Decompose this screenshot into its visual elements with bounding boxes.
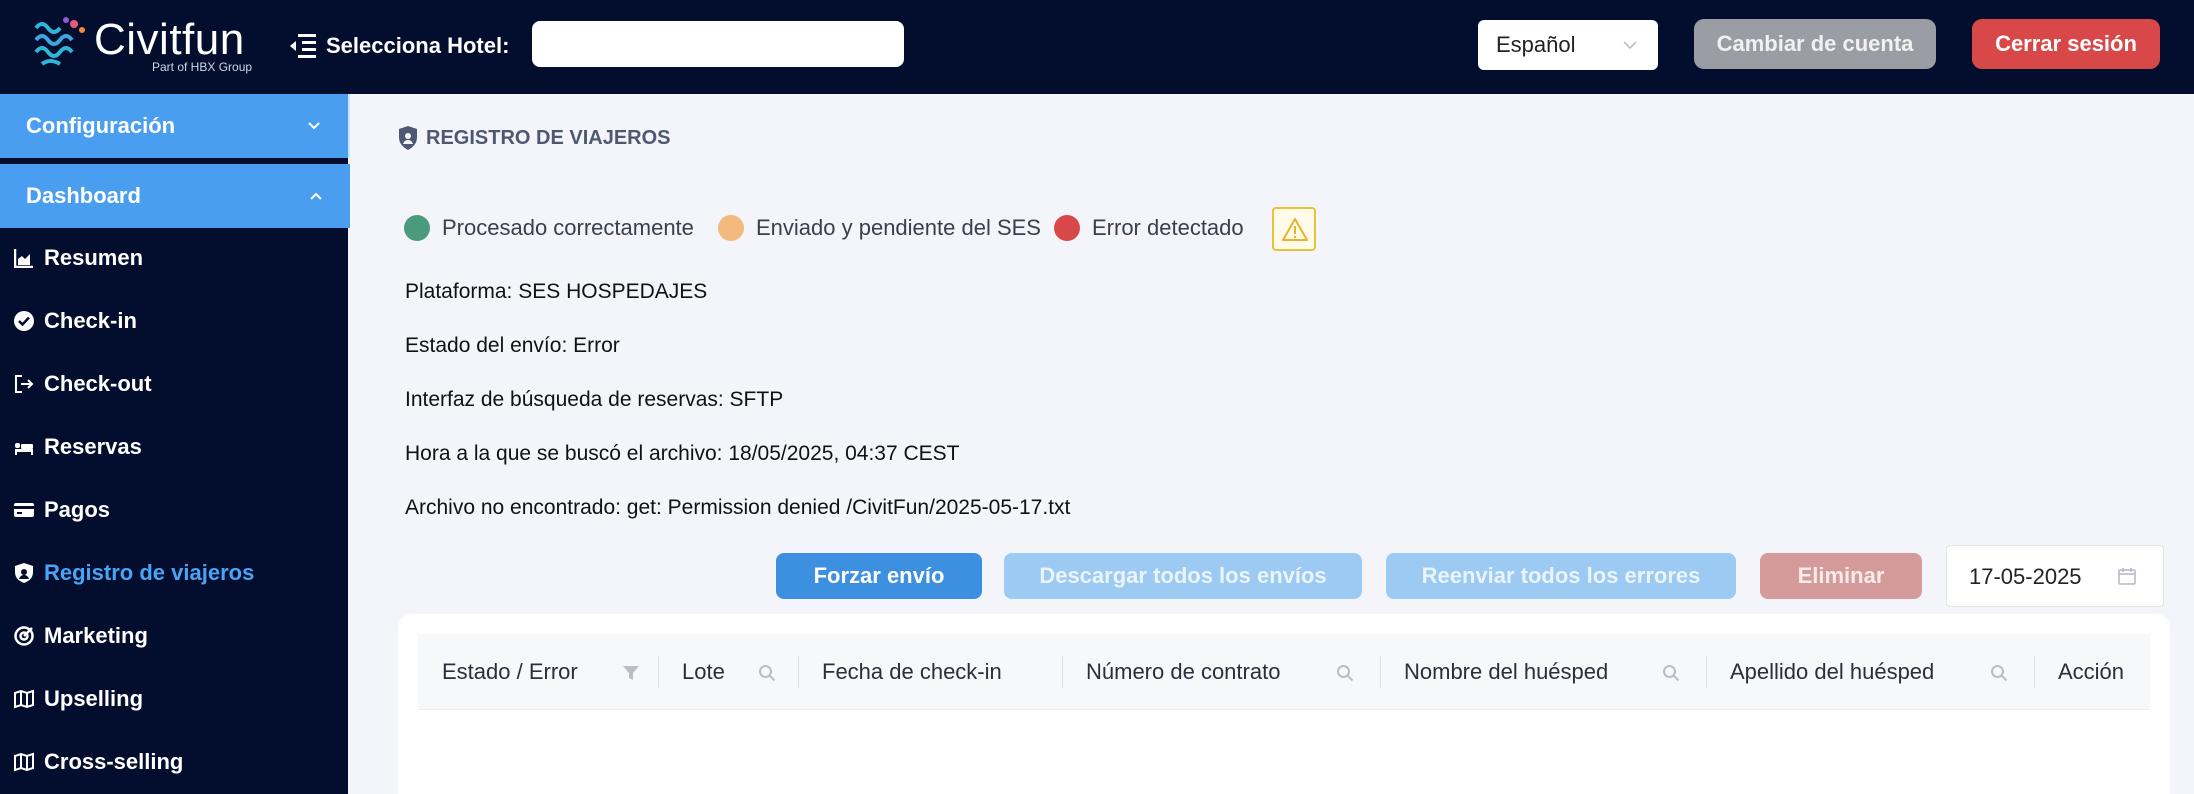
sidebar-section-configuracion[interactable]: Configuración <box>0 94 350 158</box>
info-search-time: Hora a la que se buscó el archivo: 18/05… <box>405 442 960 465</box>
sidebar-item-label: Registro de viajeros <box>44 560 255 585</box>
column-nombre-huesped[interactable]: Nombre del huésped <box>1380 634 1706 710</box>
sidebar-section-label: Configuración <box>26 113 176 138</box>
legend-label-error: Error detectado <box>1092 215 1244 240</box>
sidebar: Configuración Dashboard Resumen Check-in… <box>0 94 350 794</box>
search-icon[interactable] <box>1990 664 2008 682</box>
resend-errors-button[interactable]: Reenviar todos los errores <box>1386 553 1736 599</box>
sidebar-item-marketing[interactable]: Marketing <box>0 616 348 656</box>
sidebar-item-label: Upselling <box>44 686 144 711</box>
column-label: Número de contrato <box>1086 659 1281 684</box>
menu-indent-icon[interactable] <box>288 32 318 58</box>
warning-icon <box>1282 218 1308 241</box>
column-fecha-check-in[interactable]: Fecha de check-in <box>798 634 1062 710</box>
table-header: Estado / Error Lote Fecha de check-in Nú… <box>418 634 2150 710</box>
map-icon <box>14 752 34 772</box>
legend-label-success: Procesado correctamente <box>442 215 694 240</box>
sidebar-section-dashboard[interactable]: Dashboard <box>0 164 350 228</box>
brand-tagline: Part of HBX Group <box>152 60 253 74</box>
filter-icon[interactable] <box>622 664 640 682</box>
search-icon[interactable] <box>1336 664 1354 682</box>
hotel-select-input[interactable] <box>532 21 904 67</box>
switch-account-button[interactable]: Cambiar de cuenta <box>1694 19 1936 69</box>
column-label: Apellido del huésped <box>1730 659 1935 684</box>
sidebar-item-check-out[interactable]: Check-out <box>0 364 348 404</box>
language-value: Español <box>1496 32 1576 57</box>
column-numero-contrato[interactable]: Número de contrato <box>1062 634 1380 710</box>
sidebar-item-cross-selling[interactable]: Cross-selling <box>0 742 348 782</box>
sidebar-item-resumen[interactable]: Resumen <box>0 238 348 278</box>
sidebar-item-check-in[interactable]: Check-in <box>0 301 348 341</box>
column-label: Fecha de check-in <box>822 659 1002 684</box>
civitfun-logo[interactable]: Civitfun Part of HBX Group <box>32 14 262 76</box>
search-icon[interactable] <box>758 664 776 682</box>
top-bar: Civitfun Part of HBX Group Selecciona Ho… <box>0 0 2194 94</box>
credit-card-icon <box>14 503 34 517</box>
legend-label-pending: Enviado y pendiente del SES <box>756 215 1041 240</box>
download-all-button[interactable]: Descargar todos los envíos <box>1004 553 1362 599</box>
bullseye-icon <box>14 626 34 646</box>
legend-dot-pending <box>718 215 744 241</box>
sidebar-item-reservas[interactable]: Reservas <box>0 427 348 467</box>
sidebar-item-pagos[interactable]: Pagos <box>0 490 348 530</box>
logout-button[interactable]: Cerrar sesión <box>1972 19 2160 69</box>
sign-out-icon <box>15 375 34 393</box>
logo-mark-icon <box>34 17 85 66</box>
chevron-down-icon <box>1623 41 1637 50</box>
brand-name: Civitfun <box>94 15 245 64</box>
sidebar-item-registro-de-viajeros[interactable]: Registro de viajeros <box>0 553 348 593</box>
sidebar-item-label: Resumen <box>44 245 144 270</box>
force-send-button[interactable]: Forzar envío <box>776 553 982 599</box>
date-value: 17-05-2025 <box>1969 564 2082 589</box>
sidebar-item-label: Reservas <box>44 434 142 459</box>
check-circle-icon <box>14 311 34 331</box>
sidebar-item-upselling[interactable]: Upselling <box>0 679 348 719</box>
info-search-interface: Interfaz de búsqueda de reservas: SFTP <box>405 388 784 411</box>
sidebar-item-label: Cross-selling <box>44 749 184 774</box>
column-accion: Acción <box>2034 634 2150 710</box>
language-select[interactable]: Español <box>1478 20 1658 70</box>
chevron-down-icon <box>308 122 320 130</box>
column-label: Estado / Error <box>442 659 578 684</box>
sidebar-item-label: Pagos <box>44 497 111 522</box>
info-file-error: Archivo no encontrado: get: Permission d… <box>405 496 1071 519</box>
sidebar-item-label: Marketing <box>44 623 148 648</box>
hotel-select-label: Selecciona Hotel: <box>326 33 510 58</box>
chart-area-icon <box>14 249 33 268</box>
search-icon[interactable] <box>1662 664 1680 682</box>
bed-icon <box>15 443 33 455</box>
sidebar-section-label: Dashboard <box>26 183 141 208</box>
main-content: REGISTRO DE VIAJEROS Procesado correctam… <box>348 94 2194 794</box>
delete-button[interactable]: Eliminar <box>1760 553 1922 599</box>
legend-dot-error <box>1054 215 1080 241</box>
column-lote[interactable]: Lote <box>658 634 798 710</box>
travelers-table-card: Estado / Error Lote Fecha de check-in Nú… <box>398 614 2170 794</box>
warning-badge[interactable] <box>1272 207 1316 251</box>
column-label: Nombre del huésped <box>1404 659 1609 684</box>
column-estado-error[interactable]: Estado / Error <box>418 634 658 710</box>
chevron-up-icon <box>310 192 322 200</box>
info-send-status: Estado del envío: Error <box>405 334 620 357</box>
calendar-icon <box>2118 568 2136 585</box>
shield-icon <box>399 126 417 150</box>
column-label: Acción <box>2058 659 2125 684</box>
legend-dot-success <box>404 215 430 241</box>
column-apellido-huesped[interactable]: Apellido del huésped <box>1706 634 2034 710</box>
info-platform: Plataforma: SES HOSPEDAJES <box>405 280 708 303</box>
sidebar-item-label: Check-out <box>44 371 152 396</box>
page-title-text: REGISTRO DE VIAJEROS <box>426 127 671 149</box>
date-picker[interactable]: 17-05-2025 <box>1946 545 2164 607</box>
shield-icon <box>15 563 33 583</box>
column-label: Lote <box>682 659 725 684</box>
sidebar-item-label: Check-in <box>44 308 137 333</box>
map-icon <box>14 689 34 709</box>
